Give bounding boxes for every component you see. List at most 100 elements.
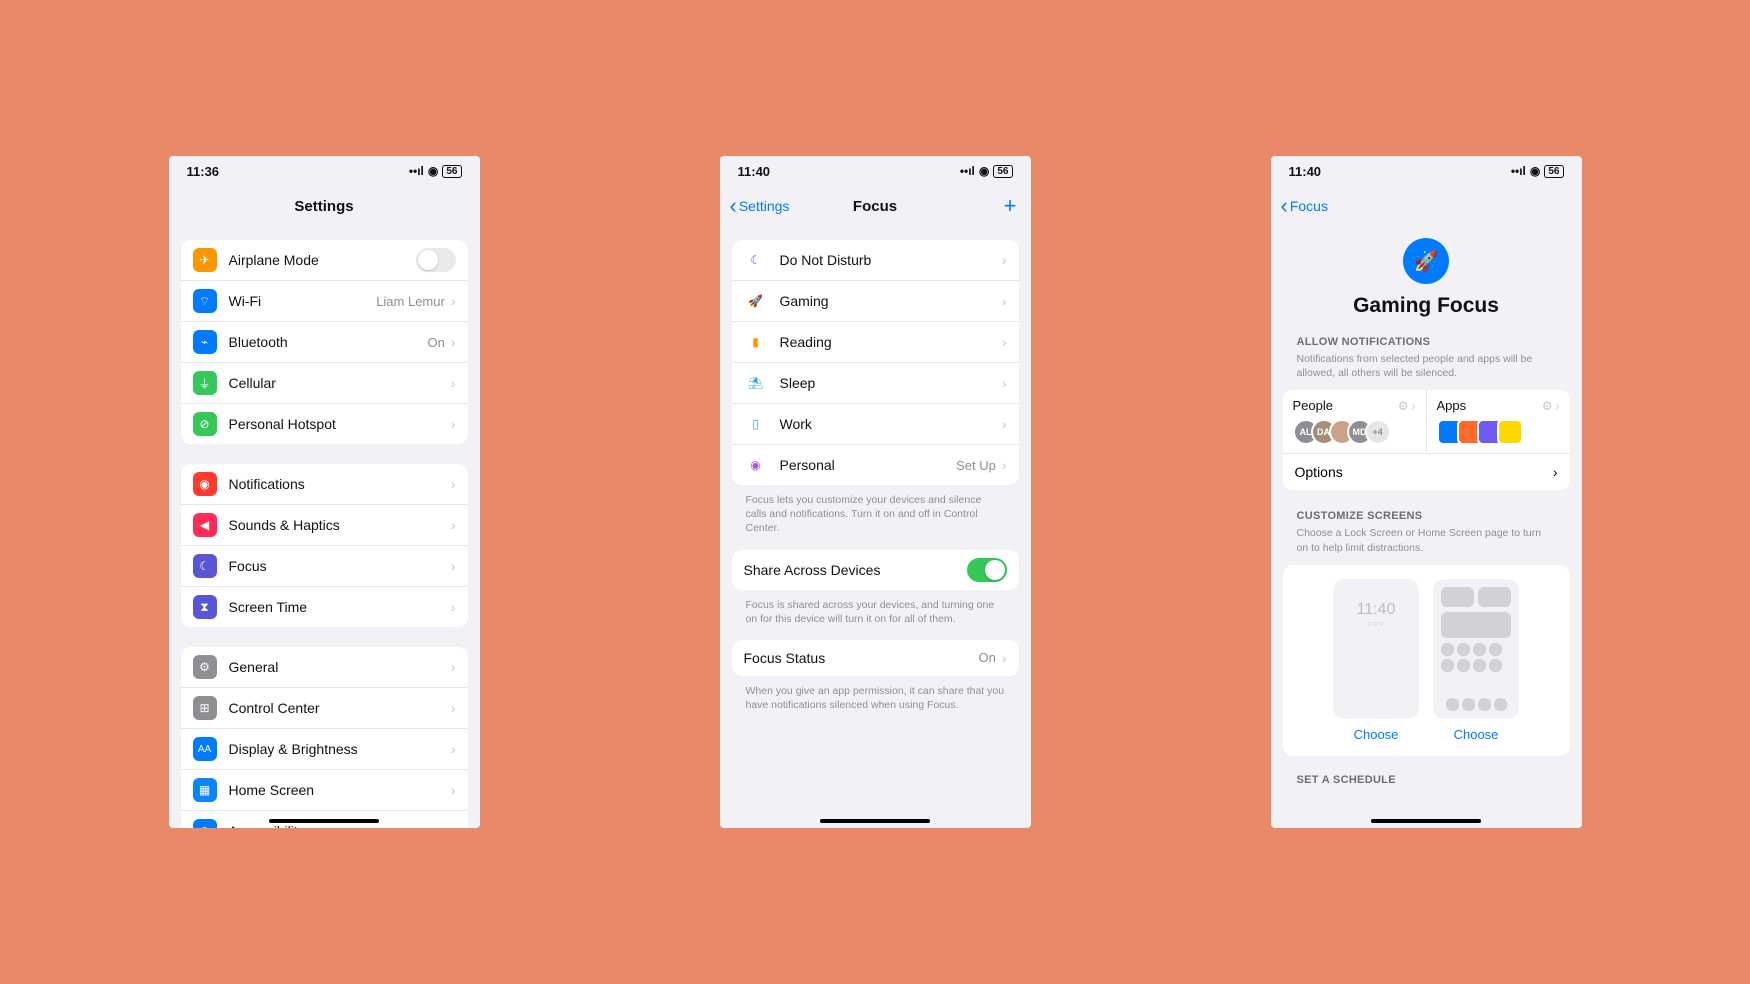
- cellular-row[interactable]: ⏚Cellular›: [181, 363, 468, 404]
- alerts-group: ◉Notifications› ◀Sounds & Haptics› ☾Focu…: [181, 464, 468, 627]
- share-group: Share Across Devices: [732, 550, 1019, 590]
- chevron-right-icon: ›: [451, 293, 456, 309]
- wifi-row[interactable]: ⌔Wi-FiLiam Lemur›: [181, 281, 468, 322]
- wifi-icon: ◉: [428, 164, 438, 178]
- share-row[interactable]: Share Across Devices: [732, 550, 1019, 590]
- gear-icon: ⚙: [1542, 399, 1553, 413]
- dnd-row[interactable]: ☾Do Not Disturb›: [732, 240, 1019, 281]
- airplane-row[interactable]: ✈Airplane Mode: [181, 240, 468, 281]
- screentime-row[interactable]: ⧗Screen Time›: [181, 587, 468, 627]
- signal-icon: ••ıl: [960, 164, 975, 178]
- bluetooth-icon: ⌁: [193, 330, 217, 354]
- general-row[interactable]: ⚙General›: [181, 647, 468, 688]
- sleep-row[interactable]: ⛱Sleep›: [732, 363, 1019, 404]
- notifications-row[interactable]: ◉Notifications›: [181, 464, 468, 505]
- hotspot-row[interactable]: ⊘Personal Hotspot›: [181, 404, 468, 444]
- chevron-right-icon: ›: [1002, 457, 1007, 473]
- battery-icon: 56: [993, 165, 1012, 178]
- focus-status-row[interactable]: Focus StatusOn›: [732, 640, 1019, 676]
- choose-home-button[interactable]: Choose: [1433, 727, 1519, 742]
- clock: 11:36: [187, 164, 220, 179]
- home-indicator[interactable]: [820, 819, 930, 823]
- options-row[interactable]: Options ›: [1283, 453, 1570, 490]
- status-caption: When you give an app permission, it can …: [732, 684, 1019, 726]
- apps-cell[interactable]: Apps⚙›: [1427, 390, 1570, 453]
- people-avatars: AL DA MD +4: [1293, 419, 1416, 445]
- moon-icon: ☾: [744, 248, 768, 272]
- chevron-right-icon: ›: [451, 741, 456, 757]
- switches-icon: ⊞: [193, 696, 217, 720]
- status-bar: 11:36 ••ıl ◉ 56: [169, 156, 480, 186]
- clock: 11:40: [1289, 164, 1322, 179]
- focus-status-group: Focus StatusOn›: [732, 640, 1019, 676]
- allow-panel: People⚙› AL DA MD +4 Apps⚙›: [1283, 390, 1570, 490]
- gear-icon: ⚙: [1398, 399, 1409, 413]
- cellular-icon: ⏚: [193, 371, 217, 395]
- display-row[interactable]: AADisplay & Brightness›: [181, 729, 468, 770]
- home-indicator[interactable]: [269, 819, 379, 823]
- rocket-icon: 🚀: [1403, 238, 1449, 284]
- screens-card: 11:40 ○○○ Choose Choose: [1283, 565, 1570, 756]
- nav-bar: Settings Focus +: [720, 186, 1031, 226]
- personal-row[interactable]: ◉PersonalSet Up›: [732, 445, 1019, 485]
- controlcenter-row[interactable]: ⊞Control Center›: [181, 688, 468, 729]
- reading-row[interactable]: ▮Reading›: [732, 322, 1019, 363]
- focus-row[interactable]: ☾Focus›: [181, 546, 468, 587]
- content: ✈Airplane Mode ⌔Wi-FiLiam Lemur› ⌁Blueto…: [169, 226, 480, 828]
- wifi-icon: ◉: [1530, 164, 1540, 178]
- status-icons: ••ıl ◉ 56: [1511, 164, 1564, 178]
- chevron-right-icon: ›: [1002, 334, 1007, 350]
- choose-lock-button[interactable]: Choose: [1333, 727, 1419, 742]
- people-cell[interactable]: People⚙› AL DA MD +4: [1283, 390, 1427, 453]
- status-bar: 11:40 ••ıl ◉ 56: [720, 156, 1031, 186]
- status-icons: ••ıl ◉ 56: [409, 164, 462, 178]
- battery-icon: 56: [442, 165, 461, 178]
- share-toggle[interactable]: [967, 558, 1007, 582]
- lock-screen-preview[interactable]: 11:40 ○○○ Choose: [1333, 579, 1419, 742]
- hero-title: Gaming Focus: [1283, 294, 1570, 318]
- system-group: ⚙General› ⊞Control Center› AADisplay & B…: [181, 647, 468, 828]
- battery-icon: 56: [1544, 165, 1563, 178]
- customize-title: CUSTOMIZE SCREENS: [1283, 510, 1570, 526]
- bed-icon: ⛱: [744, 371, 768, 395]
- page-title: Focus: [853, 198, 897, 215]
- wifi-icon: ◉: [979, 164, 989, 178]
- allow-title: ALLOW NOTIFICATIONS: [1283, 336, 1570, 352]
- gaming-row[interactable]: 🚀Gaming›: [732, 281, 1019, 322]
- app-icon: [1497, 419, 1523, 445]
- back-button[interactable]: Focus: [1281, 198, 1328, 214]
- connectivity-group: ✈Airplane Mode ⌔Wi-FiLiam Lemur› ⌁Blueto…: [181, 240, 468, 444]
- work-row[interactable]: ▯Work›: [732, 404, 1019, 445]
- schedule-title: SET A SCHEDULE: [1283, 774, 1570, 790]
- homescreen-row[interactable]: ▦Home Screen›: [181, 770, 468, 811]
- back-button[interactable]: Settings: [730, 198, 790, 214]
- home-screen-preview[interactable]: Choose: [1433, 579, 1519, 742]
- nav-bar: Settings: [169, 186, 480, 226]
- chevron-right-icon: ›: [451, 416, 456, 432]
- avatar-more: +4: [1365, 419, 1391, 445]
- modes-caption: Focus lets you customize your devices an…: [732, 493, 1019, 550]
- add-button[interactable]: +: [1004, 195, 1017, 217]
- content: 🚀 Gaming Focus ALLOW NOTIFICATIONS Notif…: [1271, 226, 1582, 828]
- bell-icon: ◉: [193, 472, 217, 496]
- bluetooth-row[interactable]: ⌁BluetoothOn›: [181, 322, 468, 363]
- airplane-toggle[interactable]: [416, 248, 456, 272]
- status-icons: ••ıl ◉ 56: [960, 164, 1013, 178]
- gaming-focus-screen: 11:40 ••ıl ◉ 56 Focus 🚀 Gaming Focus ALL…: [1271, 156, 1582, 828]
- focus-list-screen: 11:40 ••ıl ◉ 56 Settings Focus + ☾Do Not…: [720, 156, 1031, 828]
- gear-icon: ⚙: [193, 655, 217, 679]
- hotspot-icon: ⊘: [193, 412, 217, 436]
- grid-icon: ▦: [193, 778, 217, 802]
- customize-desc: Choose a Lock Screen or Home Screen page…: [1283, 526, 1570, 564]
- chevron-right-icon: ›: [1553, 464, 1558, 480]
- chevron-right-icon: ›: [451, 599, 456, 615]
- sounds-row[interactable]: ◀Sounds & Haptics›: [181, 505, 468, 546]
- hero: 🚀 Gaming Focus: [1283, 226, 1570, 336]
- home-indicator[interactable]: [1371, 819, 1481, 823]
- chevron-right-icon: ›: [451, 375, 456, 391]
- allow-desc: Notifications from selected people and a…: [1283, 352, 1570, 390]
- chevron-right-icon: ›: [1002, 650, 1007, 666]
- badge-icon: ▯: [744, 412, 768, 436]
- content: ☾Do Not Disturb› 🚀Gaming› ▮Reading› ⛱Sle…: [720, 226, 1031, 828]
- focus-modes-group: ☾Do Not Disturb› 🚀Gaming› ▮Reading› ⛱Sle…: [732, 240, 1019, 485]
